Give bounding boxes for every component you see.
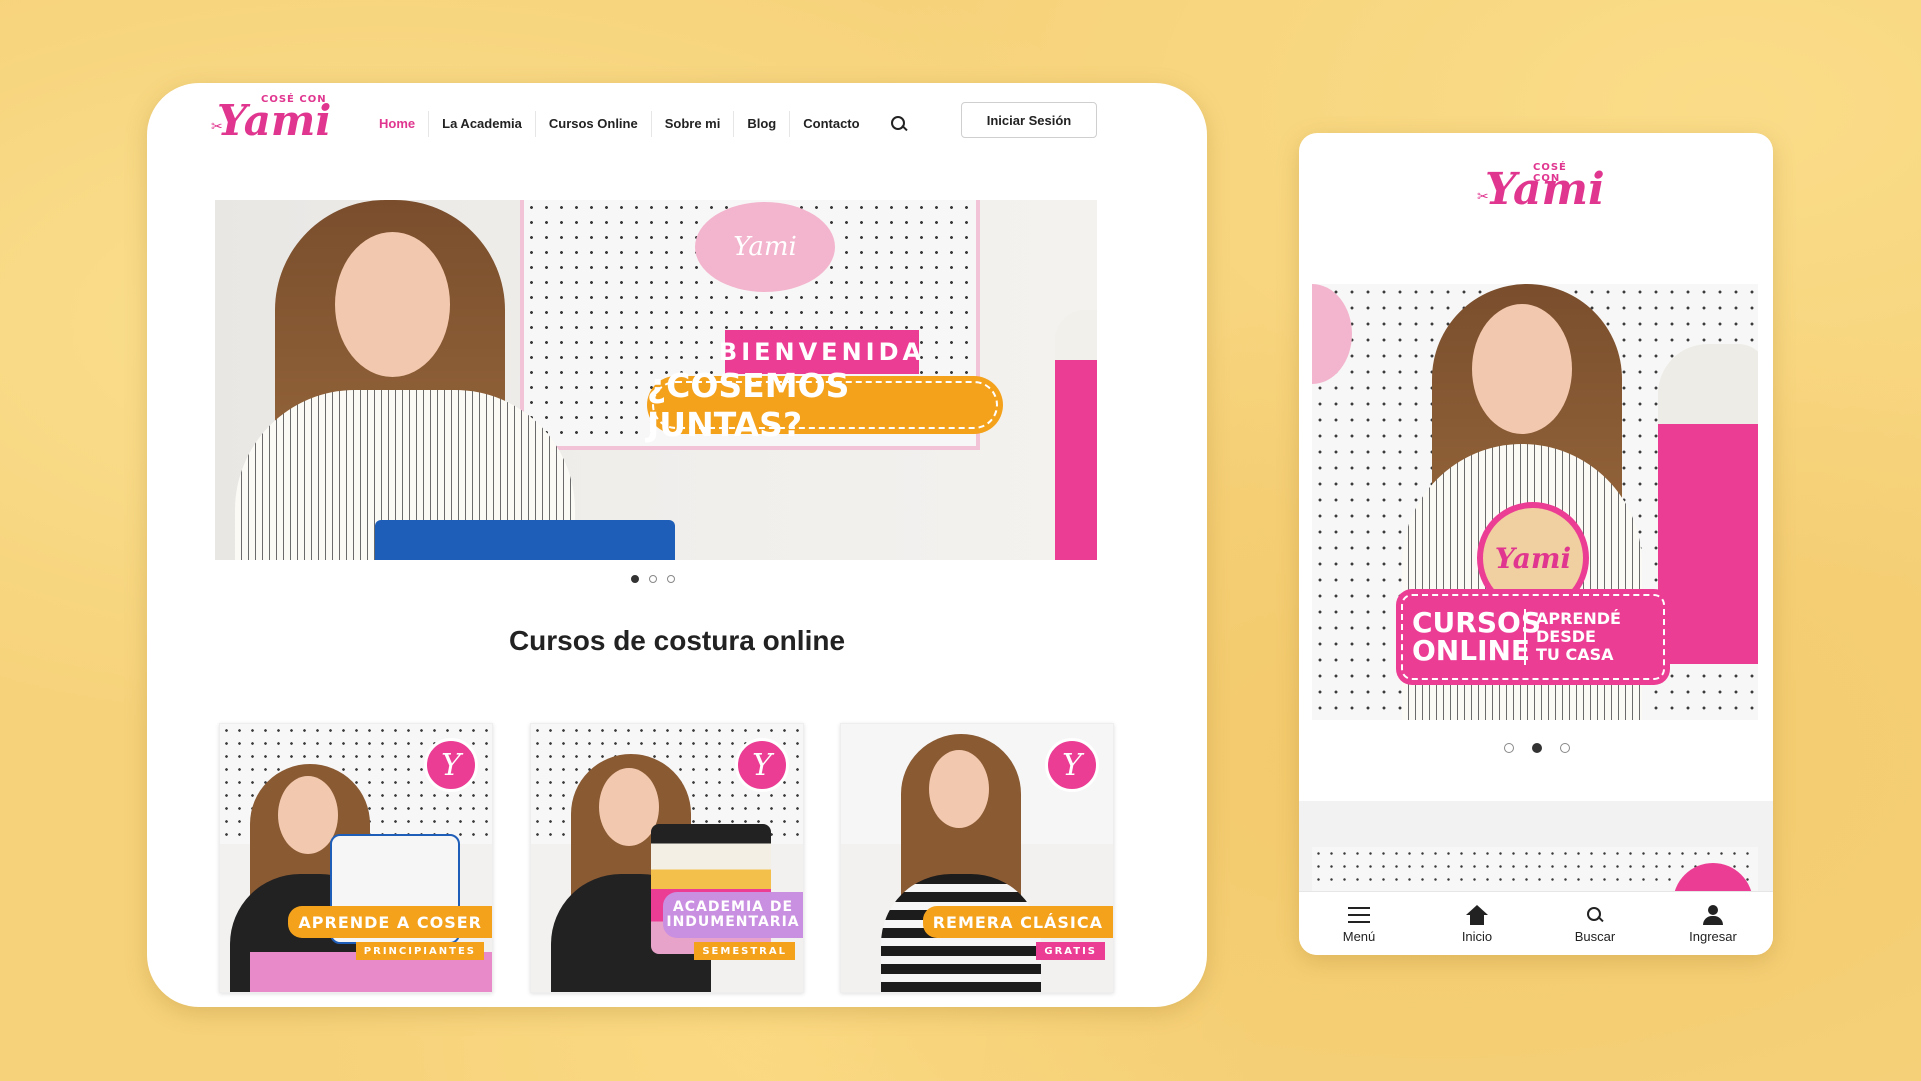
hero-photo — [235, 200, 575, 560]
hero-slider[interactable]: Yami BIENVENIDA ¿COSEMOS JUNTAS? — [215, 200, 1097, 560]
hero-pagination — [1504, 743, 1570, 753]
y-badge-icon: Y — [1045, 738, 1099, 792]
course-subtitle: GRATIS — [1036, 942, 1105, 960]
course-subtitle: SEMESTRAL — [694, 942, 795, 960]
mobile-mockup: COSÉ CON ✂ Yami Yami CURSOS ONLINE APREN… — [1299, 133, 1773, 955]
nav-sobre-mi[interactable]: Sobre mi — [650, 111, 734, 137]
slide-dot[interactable] — [649, 575, 657, 583]
course-card-academia-de-indumentaria[interactable]: Y ACADEMIA DE INDUMENTARIA SEMESTRAL — [530, 723, 804, 993]
search-icon — [1587, 907, 1603, 923]
logo[interactable]: COSÉ CON ✂ Yami — [1477, 158, 1605, 222]
badge-text: ONLINE — [1412, 634, 1531, 667]
tab-label: Menú — [1342, 929, 1376, 944]
tab-ingresar[interactable]: Ingresar — [1673, 892, 1753, 955]
menu-icon — [1348, 907, 1370, 923]
tab-menu[interactable]: Menú — [1319, 892, 1399, 955]
nav-home[interactable]: Home — [366, 111, 428, 137]
next-section-preview — [1299, 801, 1773, 903]
nav-la-academia[interactable]: La Academia — [428, 111, 535, 137]
y-badge-icon: Y — [735, 738, 789, 792]
bottom-tab-bar: Menú Inicio Buscar Ingresar — [1299, 891, 1773, 955]
tab-inicio[interactable]: Inicio — [1437, 892, 1517, 955]
sewing-machine-image — [375, 520, 675, 560]
course-title: APRENDE A COSER — [288, 906, 492, 938]
logo-name: Yami — [1485, 164, 1605, 215]
slide-dot[interactable] — [631, 575, 639, 583]
badge-text: TU CASA — [1536, 645, 1614, 664]
course-card-remera-clasica[interactable]: Y REMERA CLÁSICA GRATIS — [840, 723, 1114, 993]
nav-blog[interactable]: Blog — [733, 111, 789, 137]
home-icon — [1466, 905, 1488, 925]
badge-text: CURSOS — [1412, 606, 1541, 639]
slide-dot[interactable] — [1532, 743, 1542, 753]
desktop-mockup: COSÉ CON ✂ Yami Home La Academia Cursos … — [147, 83, 1207, 1007]
tab-label: Buscar — [1574, 929, 1616, 944]
user-icon — [1703, 905, 1723, 925]
course-title: REMERA CLÁSICA — [922, 906, 1113, 938]
hero-logo-plaque: Yami — [695, 202, 835, 292]
section-title: Cursos de costura online — [508, 625, 846, 656]
hero-badge-headline: ¿COSEMOS JUNTAS? — [647, 366, 1003, 444]
tab-buscar[interactable]: Buscar — [1555, 892, 1635, 955]
badge-text: APRENDÉ DESDE — [1536, 609, 1621, 646]
logo-name: Yami — [217, 96, 332, 145]
tab-label: Ingresar — [1689, 929, 1737, 944]
nav-contacto[interactable]: Contacto — [789, 111, 872, 137]
hero-pagination — [631, 575, 675, 583]
course-subtitle: PRINCIPIANTES — [355, 942, 484, 960]
hero-badge-cursos-online: CURSOS ONLINE APRENDÉ DESDE TU CASA — [1396, 589, 1670, 685]
slide-dot[interactable] — [1560, 743, 1570, 753]
slide-dot[interactable] — [1504, 743, 1514, 753]
mobile-hero-slider[interactable]: Yami CURSOS ONLINE APRENDÉ DESDE TU CASA — [1312, 284, 1758, 720]
course-card-aprende-a-coser[interactable]: Y APRENDE A COSER PRINCIPIANTES — [219, 723, 493, 993]
slide-dot[interactable] — [667, 575, 675, 583]
logo[interactable]: COSÉ CON ✂ Yami — [211, 88, 331, 152]
y-badge-icon: Y — [424, 738, 478, 792]
desktop-navbar: COSÉ CON ✂ Yami Home La Academia Cursos … — [147, 83, 1207, 195]
mannequin-image — [1055, 310, 1097, 560]
main-menu: Home La Academia Cursos Online Sobre mi … — [366, 111, 907, 137]
course-title: ACADEMIA DE INDUMENTARIA — [663, 892, 803, 938]
tab-label: Inicio — [1461, 929, 1493, 944]
logo-plaque-image — [1312, 284, 1352, 384]
mannequin-image — [1658, 344, 1758, 664]
login-button[interactable]: Iniciar Sesión — [961, 102, 1097, 138]
search-icon[interactable] — [890, 116, 907, 132]
nav-cursos-online[interactable]: Cursos Online — [534, 111, 651, 137]
